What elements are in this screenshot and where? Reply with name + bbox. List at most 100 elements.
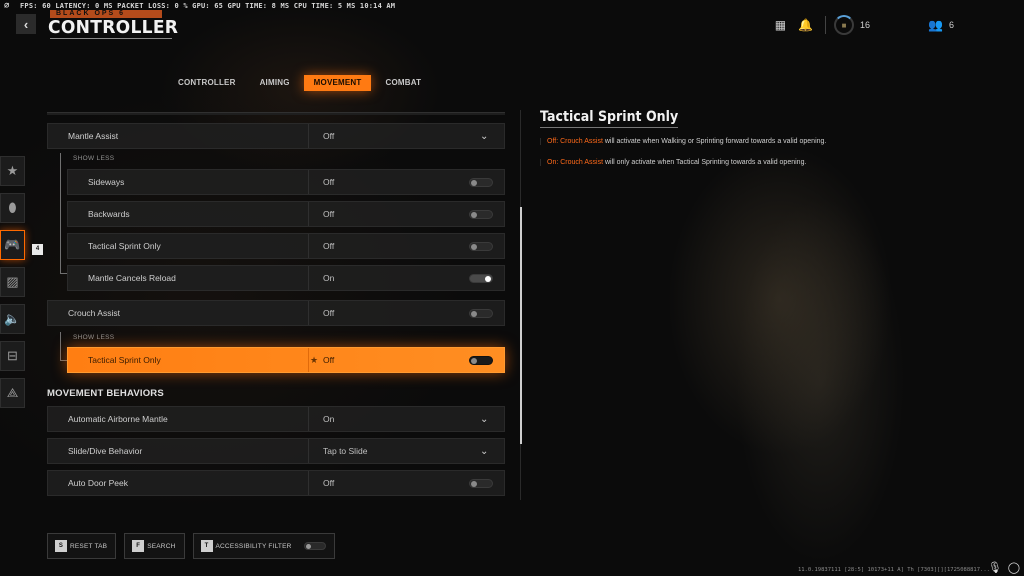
- button-label: SEARCH: [147, 542, 176, 550]
- description-line-off: Off: Crouch Assist will activate when Wa…: [540, 138, 940, 145]
- setting-label: Slide/Dive Behavior: [68, 446, 143, 456]
- performance-icon: ⌀: [4, 1, 10, 11]
- toggle-knob: [471, 211, 477, 218]
- setting-sideways[interactable]: Sideways Off: [67, 169, 505, 195]
- setting-label: Tactical Sprint Only: [88, 241, 161, 251]
- tab-aiming[interactable]: AIMING: [250, 75, 300, 91]
- accessibility-filter-toggle[interactable]: [303, 542, 326, 550]
- setting-value: Off: [323, 209, 335, 219]
- scrollbar-thumb[interactable]: [520, 207, 522, 444]
- network-icon: ⟁: [6, 385, 19, 400]
- bottom-action-bar: S RESET TAB F SEARCH T ACCESSIBILITY FIL…: [47, 533, 335, 559]
- setting-mantle-assist[interactable]: Mantle Assist Off ⌄: [47, 123, 505, 149]
- category-controller[interactable]: 🎮: [0, 230, 25, 260]
- group-bracket: [60, 332, 67, 361]
- description-line-on: On: Crouch Assist will only activate whe…: [540, 159, 940, 166]
- category-favorites[interactable]: ★: [0, 156, 25, 186]
- category-network[interactable]: ⟁: [0, 378, 25, 408]
- reset-tab-button[interactable]: S RESET TAB: [47, 533, 117, 559]
- top-right-toolbar: ▦ 🔔 ■ 16 👥 6: [775, 14, 1024, 36]
- bottom-right-icons: 🎙 ◯: [988, 561, 1020, 574]
- tab-controller[interactable]: CONTROLLER: [168, 75, 246, 91]
- toggle-knob: [471, 480, 477, 487]
- friends-icon[interactable]: 👥: [928, 18, 943, 32]
- setting-auto-door-peek[interactable]: Auto Door Peek Off: [47, 470, 505, 496]
- favorite-star-icon[interactable]: ★: [310, 355, 318, 366]
- section-heading-movement-behaviors: MOVEMENT BEHAVIORS: [47, 388, 164, 399]
- speaker-icon: 🔈: [4, 311, 21, 326]
- button-label: RESET TAB: [70, 542, 108, 550]
- category-interface[interactable]: ⊟: [0, 341, 25, 371]
- setting-crouch-assist[interactable]: Crouch Assist Off: [47, 300, 505, 326]
- build-info: 11.0.19837111 [28:5] 10173+11 A] Th [730…: [797, 567, 990, 573]
- back-button[interactable]: ‹: [16, 14, 36, 34]
- toggle-switch[interactable]: [469, 308, 493, 318]
- settings-tabs: CONTROLLER AIMING MOVEMENT COMBAT: [168, 75, 431, 91]
- keybind-badge: 4: [32, 244, 43, 255]
- setting-label: Auto Door Peek: [68, 478, 129, 488]
- performance-stats: FPS: 60 LATENCY: 0 MS PACKET LOSS: 0 % G…: [20, 2, 396, 10]
- tab-movement[interactable]: MOVEMENT: [303, 75, 372, 91]
- setting-label: Tactical Sprint Only: [88, 355, 161, 365]
- setting-value: On: [323, 273, 335, 283]
- interface-icon: ⊟: [7, 348, 18, 363]
- chevron-down-icon[interactable]: ⌄: [480, 446, 504, 457]
- toggle-knob: [485, 275, 491, 282]
- accessibility-filter-button[interactable]: T ACCESSIBILITY FILTER: [192, 533, 335, 559]
- setting-label: Backwards: [88, 209, 130, 219]
- setting-crouch-tactical-sprint-only[interactable]: Tactical Sprint Only ★ Off: [67, 347, 505, 373]
- setting-value: Off: [323, 131, 335, 141]
- friends-count: 6: [948, 20, 954, 30]
- chevron-down-icon[interactable]: ⌄: [480, 131, 504, 142]
- grid-icon[interactable]: ▦: [775, 18, 786, 32]
- description-text: will activate when Walking or Sprinting …: [602, 138, 827, 145]
- toggle-switch[interactable]: [469, 209, 493, 219]
- toggle-switch[interactable]: [469, 478, 493, 488]
- chevron-down-icon[interactable]: ⌄: [480, 414, 504, 425]
- setting-backwards[interactable]: Backwards Off: [67, 201, 505, 227]
- gamepad-icon: 🎮: [4, 237, 21, 252]
- category-mouse[interactable]: ⬮: [0, 193, 25, 223]
- bell-icon[interactable]: 🔔: [798, 18, 813, 32]
- chevron-left-icon: ‹: [23, 16, 29, 32]
- toggle-switch[interactable]: [469, 177, 493, 187]
- toggle-knob: [471, 310, 477, 317]
- microphone-icon[interactable]: 🎙: [988, 561, 1002, 574]
- loading-spinner-icon: ◯: [1007, 562, 1020, 574]
- setting-label: Mantle Assist: [68, 131, 119, 141]
- key-hint: F: [132, 540, 145, 552]
- toggle-knob: [471, 179, 477, 186]
- mouse-icon: ⬮: [8, 200, 17, 215]
- divider: [825, 16, 827, 34]
- setting-value: Off: [323, 478, 335, 488]
- settings-category-rail: ★ ⬮ 🎮 ▨ 🔈 ⊟ ⟁ 4: [0, 156, 43, 415]
- category-audio[interactable]: 🔈: [0, 304, 25, 334]
- show-less-link[interactable]: SHOW LESS: [73, 334, 114, 341]
- title-underline: [540, 127, 678, 128]
- setting-mantle-cancels-reload[interactable]: Mantle Cancels Reload On: [67, 265, 505, 291]
- title-underline: [50, 38, 172, 39]
- setting-slide-dive-behavior[interactable]: Slide/Dive Behavior Tap to Slide ⌄: [47, 438, 505, 464]
- setting-automatic-airborne-mantle[interactable]: Automatic Airborne Mantle On ⌄: [47, 406, 505, 432]
- toggle-switch[interactable]: [469, 241, 493, 251]
- toggle-switch[interactable]: [469, 355, 493, 365]
- setting-label: Mantle Cancels Reload: [88, 273, 176, 283]
- setting-value: Off: [323, 177, 335, 187]
- toggle-switch[interactable]: [469, 273, 493, 283]
- setting-value: Off: [323, 241, 335, 251]
- toggle-knob: [305, 543, 311, 549]
- show-less-link[interactable]: SHOW LESS: [73, 155, 114, 162]
- setting-mantle-tactical-sprint-only[interactable]: Tactical Sprint Only Off: [67, 233, 505, 259]
- setting-label: Sideways: [88, 177, 125, 187]
- search-button[interactable]: F SEARCH: [124, 533, 185, 559]
- setting-label: Automatic Airborne Mantle: [68, 414, 168, 424]
- setting-value: Off: [323, 355, 335, 365]
- setting-value: Tap to Slide: [323, 446, 368, 456]
- tab-combat[interactable]: COMBAT: [375, 75, 431, 91]
- category-graphics[interactable]: ▨: [0, 267, 25, 297]
- level-badge-icon[interactable]: ■: [834, 15, 855, 35]
- page-title: CONTROLLER: [48, 17, 179, 38]
- group-bracket: [60, 153, 67, 274]
- setting-description-panel: Tactical Sprint Only Off: Crouch Assist …: [540, 109, 940, 166]
- setting-value: On: [323, 414, 335, 424]
